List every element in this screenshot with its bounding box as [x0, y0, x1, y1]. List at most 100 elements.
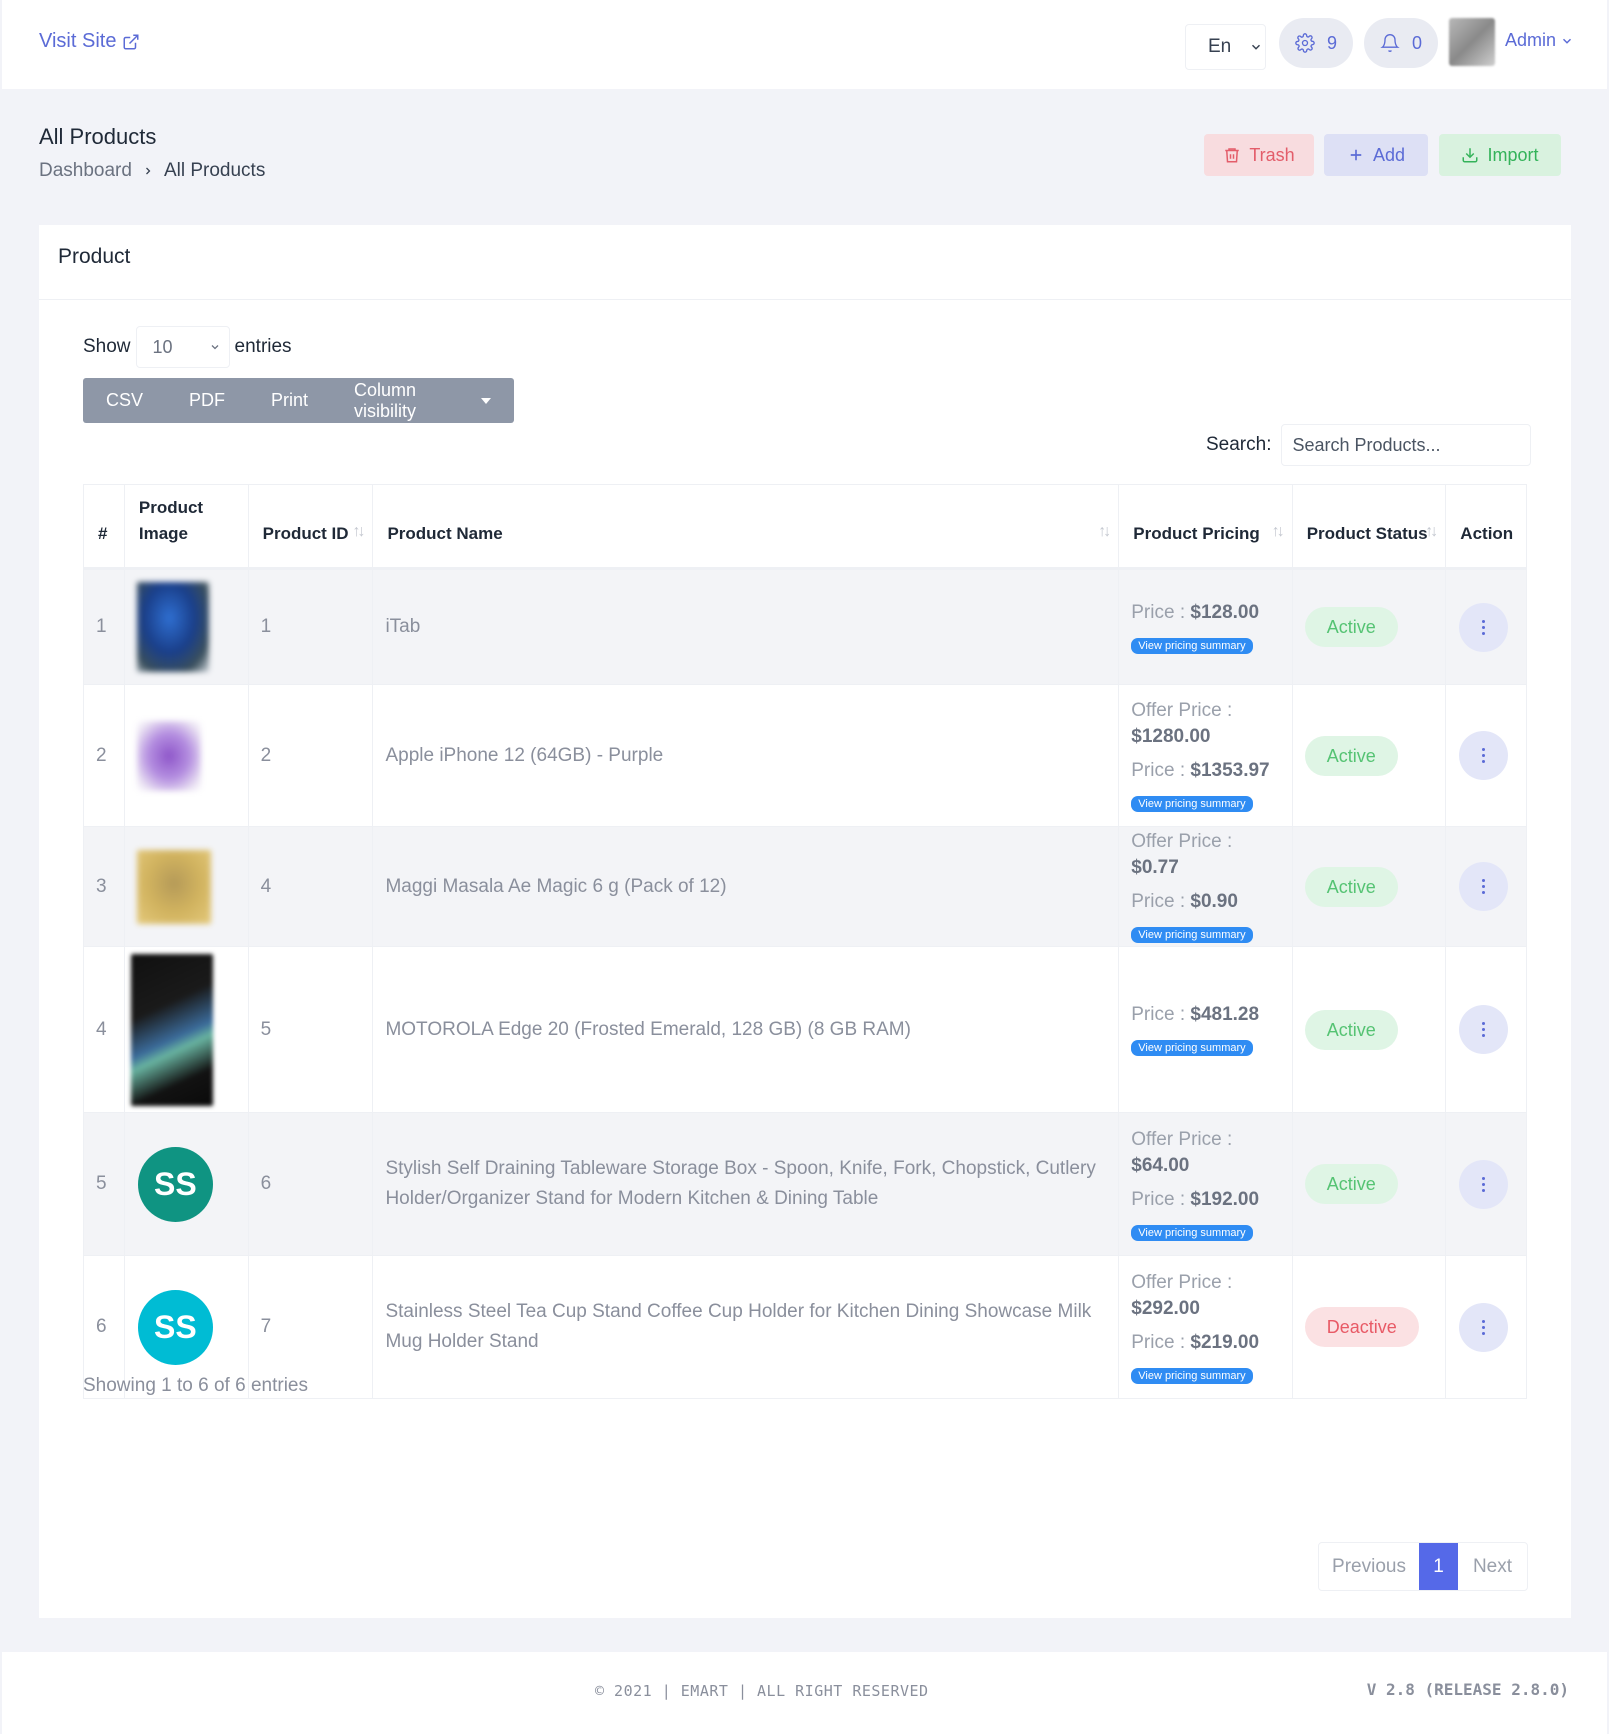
bell-icon [1380, 34, 1400, 52]
row-actions-button[interactable] [1459, 1005, 1509, 1054]
view-pricing-summary-button[interactable]: View pricing summary [1131, 927, 1253, 943]
view-pricing-summary-button[interactable]: View pricing summary [1131, 1040, 1253, 1056]
notifications-count: 0 [1411, 32, 1422, 53]
status-badge: Active [1304, 866, 1398, 907]
header-action: Action [1445, 484, 1527, 570]
header-id[interactable]: Product ID ↑↓ [247, 484, 374, 570]
table-row: 1 1 iTab Price : $128.00 View pricing su… [83, 568, 1527, 685]
offer-price-label: Offer Price : [1131, 1128, 1233, 1150]
row-actions-button[interactable] [1459, 731, 1509, 780]
notifications-button[interactable]: 0 [1364, 18, 1438, 68]
view-pricing-summary-button[interactable]: View pricing summary [1131, 1224, 1253, 1241]
external-link-icon [123, 34, 139, 49]
csv-button[interactable]: CSV [83, 378, 166, 423]
language-select[interactable]: En [1185, 24, 1266, 70]
page-title: All Products [39, 124, 157, 149]
add-button[interactable]: Add [1324, 134, 1428, 176]
cell-index: 4 [83, 946, 125, 1113]
header-image[interactable]: Product Image [123, 484, 249, 570]
cell-name: Maggi Masala Ae Magic 6 g (Pack of 12) [372, 826, 1120, 947]
breadcrumb-dashboard[interactable]: Dashboard [39, 160, 132, 182]
cell-status: Active [1291, 826, 1447, 947]
offer-price-label: Offer Price : [1131, 831, 1233, 852]
row-actions-button[interactable] [1459, 602, 1509, 652]
price-value: $1353.97 [1190, 760, 1270, 781]
price-value: $481.28 [1190, 1004, 1260, 1025]
visit-site-link[interactable]: Visit Site [39, 30, 140, 53]
entries-label: entries [234, 336, 292, 357]
cell-action [1445, 826, 1527, 947]
top-bar: Visit Site En 9 0 Admin [2, 0, 1607, 89]
price-value: $128.00 [1190, 601, 1260, 623]
card-title: Product [58, 245, 131, 268]
offer-price-line: Offer Price : $64.00 [1131, 1127, 1279, 1179]
avatar[interactable] [1449, 18, 1495, 66]
export-toolbar: CSV PDF Print Column visibility [83, 378, 514, 423]
product-image [136, 849, 211, 924]
cell-index: 1 [83, 568, 125, 685]
view-pricing-summary-button[interactable]: View pricing summary [1131, 637, 1253, 654]
pagination-previous[interactable]: Previous [1319, 1543, 1419, 1590]
copyright: © 2021 | EMART | ALL RIGHT RESERVED [595, 1682, 929, 1700]
settings-count: 9 [1326, 32, 1337, 53]
cell-action [1445, 1255, 1527, 1399]
header-action-label: Action [1460, 524, 1514, 543]
price-value: $0.90 [1190, 891, 1238, 912]
header-name-label: Product Name [387, 524, 503, 543]
cell-pricing: Offer Price : $292.00 Price : $219.00 Vi… [1118, 1255, 1293, 1399]
cell-image [123, 684, 249, 827]
download-icon [1462, 148, 1478, 163]
price-line: Price : $192.00 [1131, 1187, 1279, 1213]
cell-index: 3 [83, 826, 125, 947]
table-row: 3 4 Maggi Masala Ae Magic 6 g (Pack of 1… [83, 826, 1527, 947]
print-button[interactable]: Print [248, 378, 331, 423]
settings-button[interactable]: 9 [1279, 18, 1353, 68]
pagination: Previous 1 Next [1318, 1542, 1528, 1591]
product-image [136, 582, 209, 672]
cell-name: iTab [372, 568, 1120, 685]
header-pricing-label: Product Pricing [1133, 524, 1260, 543]
price-label: Price : [1131, 760, 1191, 781]
trash-button[interactable]: Trash [1204, 134, 1314, 176]
pagination-next[interactable]: Next [1458, 1543, 1527, 1590]
version: V 2.8 (RELEASE 2.8.0) [1366, 1680, 1569, 1699]
search-input[interactable] [1281, 424, 1532, 466]
price-label: Price : [1131, 1004, 1191, 1025]
cell-status: Active [1291, 1112, 1447, 1256]
price-line: Price : $128.00 [1131, 600, 1279, 626]
language-value: En [1208, 36, 1232, 57]
offer-price-value: $0.77 [1131, 857, 1179, 878]
header-pricing[interactable]: Product Pricing ↑↓ [1118, 484, 1293, 570]
row-actions-button[interactable] [1459, 1159, 1509, 1209]
offer-price-value: $1280.00 [1131, 726, 1211, 747]
more-vertical-icon [1482, 1318, 1486, 1336]
column-visibility-button[interactable]: Column visibility [331, 378, 514, 423]
price-value: $219.00 [1190, 1331, 1260, 1353]
header-status[interactable]: Product Status ↑↓ [1291, 484, 1447, 570]
entries-length: Show 10 entries [83, 326, 292, 368]
pagination-page-1[interactable]: 1 [1419, 1543, 1458, 1590]
price-line: Price : $1353.97 [1131, 758, 1279, 784]
header-index[interactable]: # [83, 484, 125, 570]
view-pricing-summary-button[interactable]: View pricing summary [1131, 1367, 1253, 1384]
card-divider [39, 299, 1571, 300]
entries-value: 10 [152, 336, 173, 357]
entries-select[interactable]: 10 [135, 326, 230, 368]
product-image [130, 953, 213, 1106]
pdf-button[interactable]: PDF [166, 378, 248, 423]
header-name[interactable]: Product Name ↑↓ [372, 484, 1120, 570]
cell-name: MOTOROLA Edge 20 (Frosted Emerald, 128 G… [372, 946, 1120, 1113]
trash-label: Trash [1249, 144, 1295, 165]
cell-pricing: Offer Price : $0.77 Price : $0.90 View p… [1118, 826, 1293, 947]
row-actions-button[interactable] [1459, 862, 1509, 911]
price-line: Price : $219.00 [1131, 1330, 1279, 1356]
cell-name: Stylish Self Draining Tableware Storage … [372, 1112, 1120, 1256]
row-actions-button[interactable] [1459, 1302, 1509, 1352]
user-name: Admin [1505, 30, 1557, 50]
offer-price-label: Offer Price : [1131, 1271, 1233, 1293]
cell-name: Apple iPhone 12 (64GB) - Purple [372, 684, 1120, 827]
view-pricing-summary-button[interactable]: View pricing summary [1131, 796, 1253, 812]
user-menu[interactable]: Admin [1505, 30, 1574, 51]
table-row: 4 5 MOTOROLA Edge 20 (Frosted Emerald, 1… [83, 946, 1527, 1113]
import-button[interactable]: Import [1439, 134, 1561, 176]
